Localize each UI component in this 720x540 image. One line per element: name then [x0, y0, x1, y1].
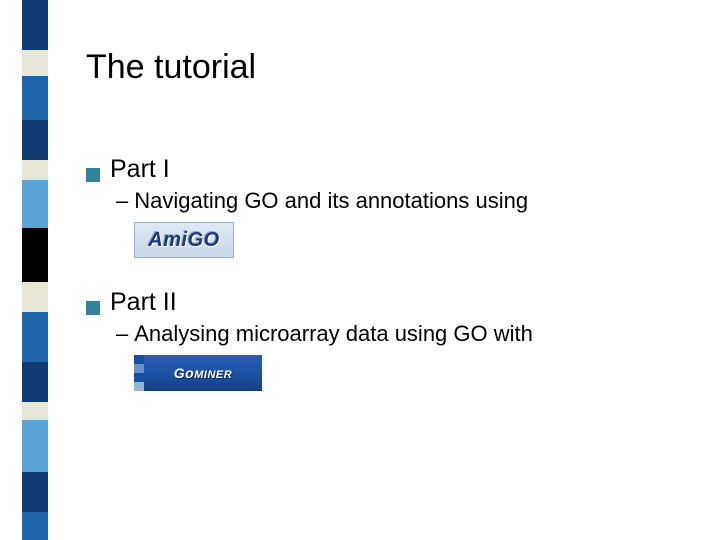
deco-block — [22, 228, 48, 282]
deco-block — [22, 0, 48, 50]
logo-gominer-wrap: GoMINER — [134, 355, 646, 391]
deco-block — [22, 76, 48, 120]
logo-amigo-wrap: AmiGO — [134, 222, 646, 258]
deco-block — [22, 282, 48, 312]
deco-block — [22, 50, 48, 76]
slide-content: Part I – Navigating GO and its annotatio… — [86, 155, 646, 421]
deco-block — [22, 180, 48, 228]
deco-block — [22, 420, 48, 472]
sub-bullet-text: Navigating GO and its annotations using — [134, 188, 528, 214]
dash-icon: – — [116, 321, 128, 347]
deco-block — [22, 362, 48, 402]
amigo-logo-text: AmiGO — [148, 229, 219, 252]
bullet-icon — [86, 168, 100, 182]
bullet-part-2: Part II — [86, 288, 646, 317]
deco-block — [22, 312, 48, 362]
dash-icon: – — [116, 188, 128, 214]
deco-block — [22, 160, 48, 180]
gominer-logo-body: GoMINER — [144, 355, 262, 391]
deco-block — [22, 472, 48, 512]
sub-bullet-part-2: – Analysing microarray data using GO wit… — [116, 321, 646, 347]
gominer-logo: GoMINER — [134, 355, 262, 391]
gominer-strip-icon — [134, 355, 144, 391]
sub-bullet-part-1: – Navigating GO and its annotations usin… — [116, 188, 646, 214]
deco-block — [22, 402, 48, 420]
bullet-label: Part II — [110, 288, 177, 317]
sub-bullet-text: Analysing microarray data using GO with — [134, 321, 533, 347]
deco-block — [22, 512, 48, 540]
slide-title: The tutorial — [86, 48, 256, 87]
bullet-label: Part I — [110, 155, 170, 184]
amigo-logo: AmiGO — [134, 222, 234, 258]
bullet-icon — [86, 301, 100, 315]
gominer-go: Go — [174, 365, 194, 381]
bullet-part-1: Part I — [86, 155, 646, 184]
deco-block — [22, 120, 48, 160]
decorative-strip — [22, 0, 48, 540]
gominer-logo-text: GoMINER — [174, 365, 232, 381]
gominer-miner: MINER — [194, 369, 232, 381]
